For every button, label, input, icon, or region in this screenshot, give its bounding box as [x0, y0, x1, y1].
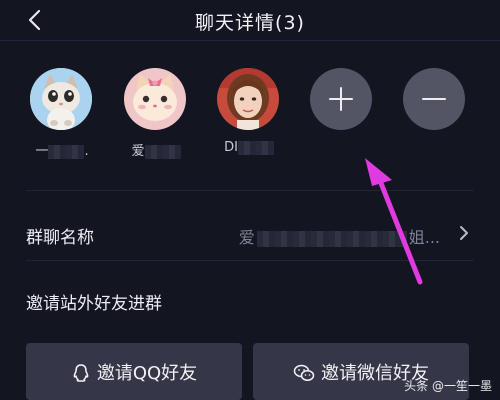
member-name: 爱: [124, 140, 188, 159]
group-name-label: 群聊名称: [26, 228, 94, 248]
watermark: 头条 @一笙一墨: [404, 379, 492, 393]
blurred-text: [256, 230, 407, 247]
remove-member-button[interactable]: [403, 68, 465, 130]
annotation-arrow: [365, 158, 423, 285]
invite-qq-friends-button[interactable]: 邀请QQ好友: [26, 343, 242, 400]
header-bar: 聊天详情(3): [0, 0, 500, 41]
invite-outside-friends-label: 邀请站外好友进群: [26, 294, 162, 314]
invite-qq-label: 邀请QQ好友: [96, 363, 198, 384]
member-list: 一. 爱 DI: [0, 68, 500, 178]
member-name: DI: [217, 140, 281, 155]
page-title: 聊天详情(3): [195, 12, 305, 34]
cat-cartoon-avatar: [30, 68, 92, 130]
wechat-icon: [293, 364, 315, 382]
qq-icon: [73, 364, 89, 382]
divider: [26, 260, 474, 261]
member-item[interactable]: DI: [217, 68, 281, 155]
blurred-text: [48, 144, 85, 159]
invite-outside-friends-row[interactable]: 邀请站外好友进群: [0, 276, 500, 322]
group-name-value: 爱姐...: [238, 228, 440, 247]
blurred-text: [237, 140, 274, 155]
member-name: 一.: [35, 144, 89, 159]
woman-photo-avatar: [217, 68, 279, 130]
pink-cat-avatar: [124, 68, 186, 130]
divider: [26, 190, 474, 191]
member-item[interactable]: 一.: [30, 68, 94, 159]
chevron-right-icon: [460, 226, 468, 240]
add-member-button[interactable]: [310, 68, 372, 130]
chat-details-screen: 聊天详情(3) 一 . 爱 DI 群聊名称 爱 姐... 邀请站外好友进群 邀请…: [0, 0, 500, 400]
group-name-row[interactable]: 群聊名称 爱姐...: [0, 210, 500, 256]
blurred-text: [144, 144, 181, 159]
member-item[interactable]: 爱: [124, 68, 188, 159]
